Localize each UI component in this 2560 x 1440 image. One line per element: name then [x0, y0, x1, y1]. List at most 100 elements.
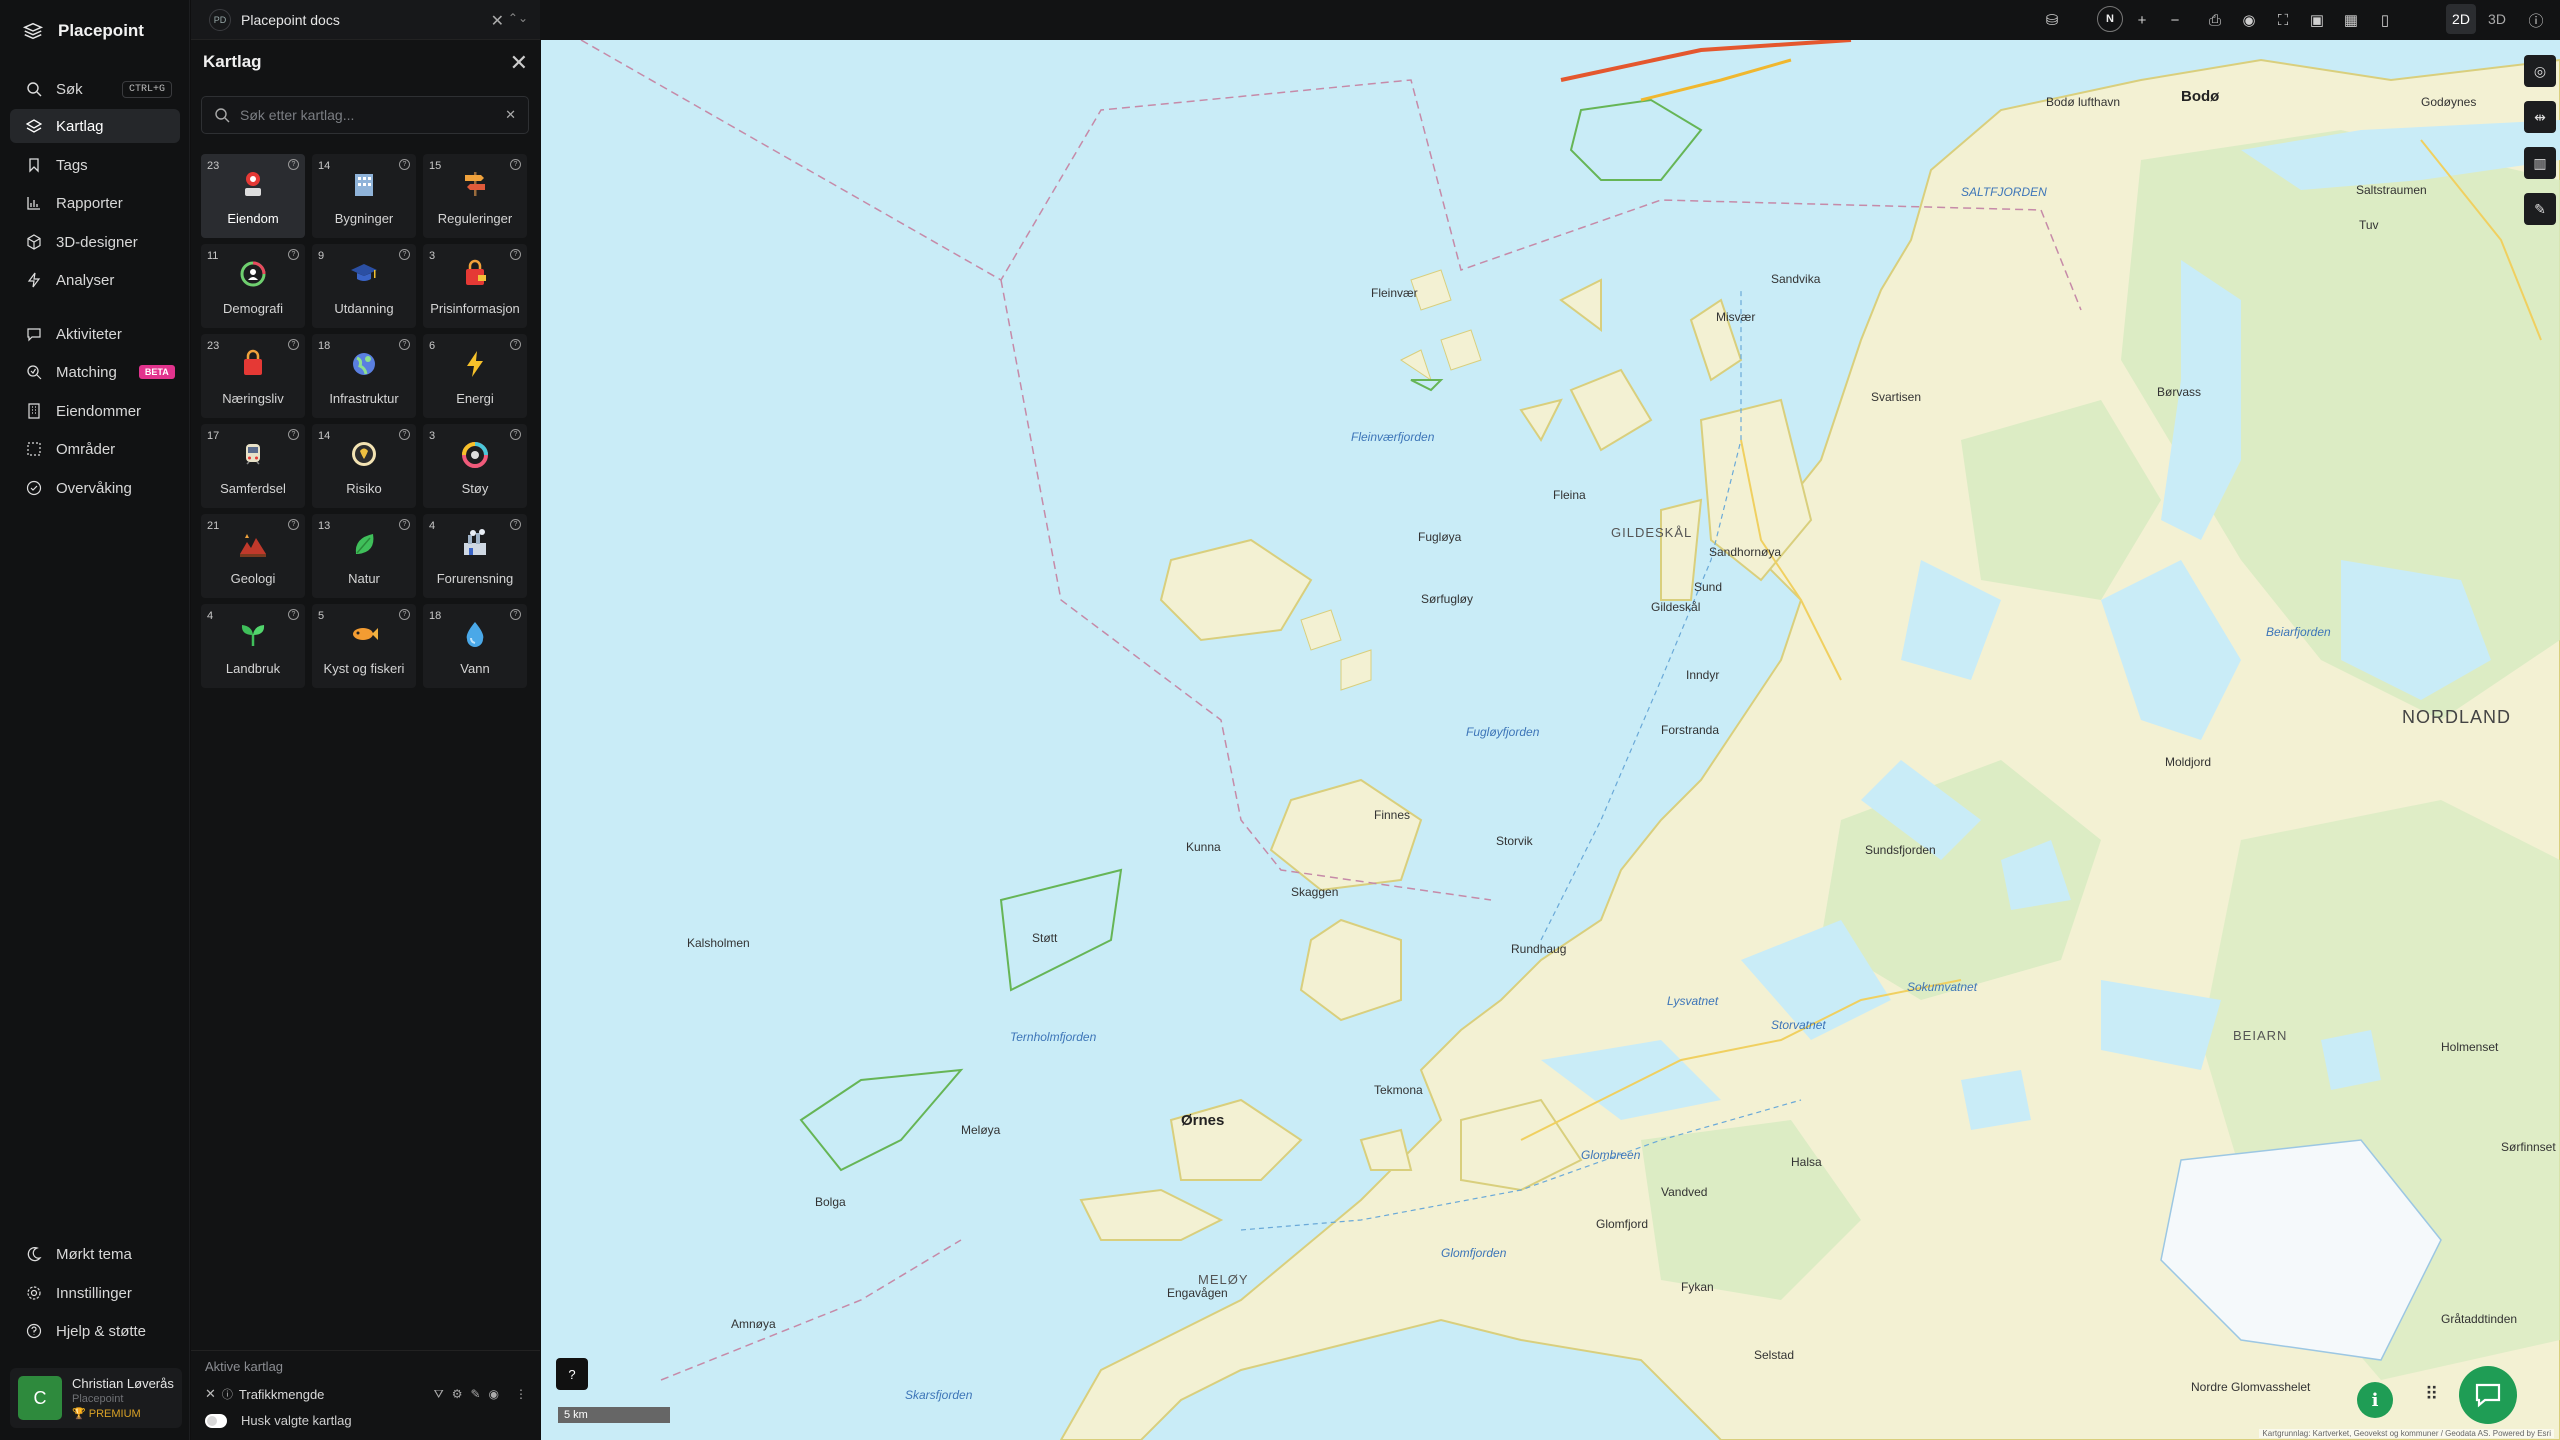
clear-icon[interactable]: ✕	[505, 107, 516, 123]
fullscreen-icon[interactable]: ⛶	[2273, 10, 2293, 30]
layer-tile-demografi[interactable]: 11? Demografi	[201, 244, 305, 328]
brand[interactable]: Placepoint	[22, 20, 144, 42]
map-label: Sandvika	[1771, 272, 1821, 286]
layer-tile-reguleringer[interactable]: 15? Reguleringer	[423, 154, 527, 238]
layer-tile-infrastruktur[interactable]: 18? Infrastruktur	[312, 334, 416, 418]
nav-item-kartlag[interactable]: Kartlag	[10, 109, 180, 143]
grid-icon[interactable]: ▦	[2341, 10, 2361, 30]
layer-tile-risiko[interactable]: 14? Risiko	[312, 424, 416, 508]
edit-icon[interactable]: ✎	[470, 1387, 480, 1402]
info-icon[interactable]: ?	[510, 159, 521, 170]
more-icon[interactable]: ⋮	[515, 1387, 527, 1402]
layer-tile-forurensning[interactable]: 4? Forurensning	[423, 514, 527, 598]
info-icon[interactable]: ?	[399, 429, 410, 440]
document-tab[interactable]: PD Placepoint docs ✕ ⌃⌄	[191, 0, 540, 40]
info-icon[interactable]: ?	[510, 339, 521, 350]
remember-layers[interactable]: Husk valgte kartlag	[205, 1413, 352, 1428]
info-icon[interactable]: ?	[510, 519, 521, 530]
layer-tile-energi[interactable]: 6? Energi	[423, 334, 527, 418]
layer-tile-støy[interactable]: 3? Støy	[423, 424, 527, 508]
info-icon[interactable]: ?	[510, 249, 521, 260]
layer-tile-natur[interactable]: 13? Natur	[312, 514, 416, 598]
info-icon[interactable]: ?	[288, 159, 299, 170]
tile-label: Energi	[456, 391, 494, 406]
remember-toggle[interactable]	[205, 1413, 227, 1428]
nav-item-analyser[interactable]: Analyser	[10, 263, 180, 297]
info-icon[interactable]: ?	[288, 429, 299, 440]
map-label: Bodø lufthavn	[2046, 95, 2121, 109]
nav-item-eiendommer[interactable]: Eiendommer	[10, 394, 180, 428]
chat-button[interactable]	[2459, 1366, 2517, 1424]
chevron-updown-icon[interactable]: ⌃⌄	[508, 11, 528, 25]
layer-tile-utdanning[interactable]: 9? Utdanning	[312, 244, 416, 328]
print-icon[interactable]: ⎙	[2205, 10, 2225, 30]
map-canvas[interactable]: Bodø SALTFJORDEN Bodø lufthavn Godøynes Flei…	[541, 40, 2560, 1440]
drawing-icon[interactable]: ✎	[2524, 193, 2556, 225]
resize-grip-icon[interactable]: ⠿	[2425, 1384, 2438, 1405]
water-drop-icon	[466, 622, 484, 647]
nav-item-dark-theme[interactable]: Mørkt tema	[10, 1237, 180, 1271]
layer-tile-næringsliv[interactable]: 23? Næringsliv	[201, 334, 305, 418]
layers-stack-icon[interactable]: ⛁	[2042, 10, 2062, 30]
zoom-in-icon[interactable]: +	[2132, 10, 2152, 30]
help-icon[interactable]: ?	[556, 1358, 588, 1390]
view-3d-button[interactable]: 3D	[2482, 4, 2512, 34]
active-layer-row[interactable]: ✕ ⓘ Trafikkmengde ⛛ ⚙ ✎ ◉ ⋮	[205, 1381, 527, 1407]
nav-item-matching[interactable]: Matching BETA	[10, 355, 180, 389]
measure-icon[interactable]: ⇹	[2524, 101, 2556, 133]
nav-item-help[interactable]: Hjelp & støtte	[10, 1314, 180, 1348]
search-input[interactable]	[240, 107, 490, 123]
info-icon[interactable]: ?	[288, 339, 299, 350]
chart-icon[interactable]: ▥	[2524, 147, 2556, 179]
layer-tile-kyst-og-fiskeri[interactable]: 5? Kyst og fiskeri	[312, 604, 416, 688]
info-icon[interactable]: ?	[399, 339, 410, 350]
info-icon[interactable]: i	[2357, 1382, 2393, 1418]
nav-item-overvaking[interactable]: Overvåking	[10, 471, 180, 505]
settings-icon[interactable]: ⚙	[452, 1387, 463, 1402]
close-icon[interactable]: ✕	[510, 50, 528, 76]
user-card[interactable]: C Christian Løverås Placepoint 🏆 PREMIUM	[10, 1368, 182, 1428]
nav-item-rapporter[interactable]: Rapporter	[10, 186, 180, 220]
map-label: Holmenset	[2441, 1040, 2499, 1054]
bookmark-icon	[29, 158, 39, 173]
layer-tile-samferdsel[interactable]: 17? Samferdsel	[201, 424, 305, 508]
remove-icon[interactable]: ✕	[205, 1386, 216, 1402]
layer-tile-vann[interactable]: 18? Vann	[423, 604, 527, 688]
layer-tile-geologi[interactable]: 21? Geologi	[201, 514, 305, 598]
nav-item-settings[interactable]: Innstillinger	[10, 1276, 180, 1310]
info-icon[interactable]: ?	[288, 519, 299, 530]
info-icon[interactable]: ?	[288, 249, 299, 260]
nav-item-3d-designer[interactable]: 3D-designer	[10, 225, 180, 259]
camera-icon[interactable]: ▣	[2307, 10, 2327, 30]
info-icon[interactable]: ?	[288, 609, 299, 620]
info-icon[interactable]: ?	[399, 519, 410, 530]
layer-tile-bygninger[interactable]: 14? Bygninger	[312, 154, 416, 238]
layer-tile-eiendom[interactable]: 23? Eiendom	[201, 154, 305, 238]
nav-item-tags[interactable]: Tags	[10, 148, 180, 182]
info-icon[interactable]: ?	[510, 429, 521, 440]
info-icon[interactable]: ?	[399, 159, 410, 170]
compass-north[interactable]: N	[2097, 6, 2123, 32]
map-layers-icon[interactable]: ◎	[2524, 55, 2556, 87]
nav-item-omrader[interactable]: Områder	[10, 432, 180, 466]
active-layer-label: Trafikkmengde	[238, 1386, 325, 1402]
view-2d-button[interactable]: 2D	[2446, 4, 2476, 34]
layer-tile-landbruk[interactable]: 4? Landbruk	[201, 604, 305, 688]
layer-tile-prisinformasjon[interactable]: 3? Prisinformasjon	[423, 244, 527, 328]
zoom-out-icon[interactable]: −	[2165, 10, 2185, 30]
info-icon[interactable]: ?	[399, 609, 410, 620]
close-icon[interactable]: ✕	[491, 11, 504, 31]
info-icon[interactable]: ⓘ	[2526, 10, 2546, 30]
plan-badge: 🏆 PREMIUM	[72, 1408, 141, 1420]
tile-count: 23	[207, 340, 220, 352]
bookmark-icon[interactable]: ▯	[2375, 10, 2395, 30]
eye-icon[interactable]: ◉	[2239, 10, 2259, 30]
nav-item-aktiviteter[interactable]: Aktiviteter	[10, 317, 180, 351]
info-icon[interactable]: ?	[510, 609, 521, 620]
info-icon[interactable]: ⓘ	[222, 1386, 233, 1402]
map-label: Halsa	[1791, 1155, 1822, 1169]
visibility-icon[interactable]: ◉	[489, 1387, 499, 1402]
nav-item-sok[interactable]: Søk CTRL+G	[10, 72, 180, 106]
filter-icon[interactable]: ⛛	[434, 1387, 444, 1402]
info-icon[interactable]: ?	[399, 249, 410, 260]
